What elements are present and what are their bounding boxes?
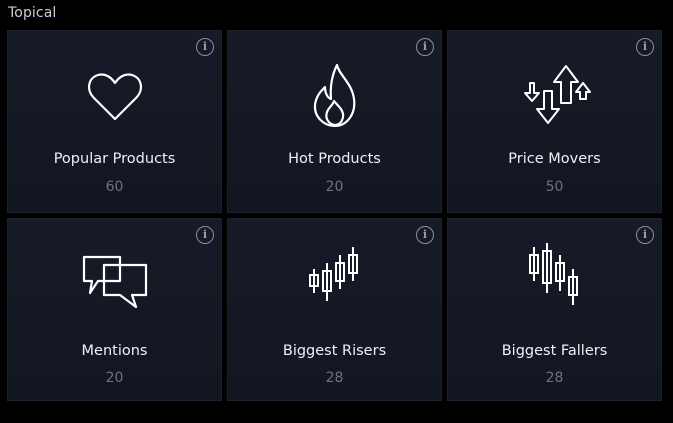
heart-icon <box>80 61 150 131</box>
card-count: 28 <box>325 370 344 386</box>
card-label: Price Movers <box>508 151 601 167</box>
card-count: 20 <box>105 370 124 386</box>
flame-icon <box>300 61 370 131</box>
info-icon[interactable]: i <box>196 226 214 244</box>
info-icon[interactable]: i <box>636 38 654 56</box>
card-count: 20 <box>325 179 344 195</box>
info-icon[interactable]: i <box>636 226 654 244</box>
card-biggest-fallers[interactable]: i Biggest Fallers 28 <box>447 218 662 401</box>
topical-grid: i Popular Products 60 i Hot Products 20 <box>7 30 662 401</box>
topical-section: Topical i Popular Products 60 i Hot Prod… <box>0 0 673 423</box>
card-label: Mentions <box>81 343 148 359</box>
candlestick-rising-icon <box>300 239 370 309</box>
info-icon[interactable]: i <box>196 38 214 56</box>
card-count: 28 <box>545 370 564 386</box>
section-title: Topical <box>8 5 57 21</box>
card-biggest-risers[interactable]: i Biggest Risers 28 <box>227 218 442 401</box>
card-count: 60 <box>105 179 124 195</box>
card-hot-products[interactable]: i Hot Products 20 <box>227 30 442 213</box>
card-label: Biggest Risers <box>282 343 387 359</box>
card-label: Popular Products <box>53 151 176 167</box>
info-icon[interactable]: i <box>416 38 434 56</box>
info-icon[interactable]: i <box>416 226 434 244</box>
card-label: Biggest Fallers <box>501 343 608 359</box>
up-down-arrows-icon <box>520 61 591 131</box>
card-count: 50 <box>545 179 564 195</box>
card-price-movers[interactable]: i Price Movers 50 <box>447 30 662 213</box>
card-mentions[interactable]: i Mentions 20 <box>7 218 222 401</box>
card-popular-products[interactable]: i Popular Products 60 <box>7 30 222 213</box>
candlestick-falling-icon <box>520 239 590 309</box>
card-label: Hot Products <box>288 151 381 167</box>
chat-bubbles-icon <box>80 239 150 309</box>
